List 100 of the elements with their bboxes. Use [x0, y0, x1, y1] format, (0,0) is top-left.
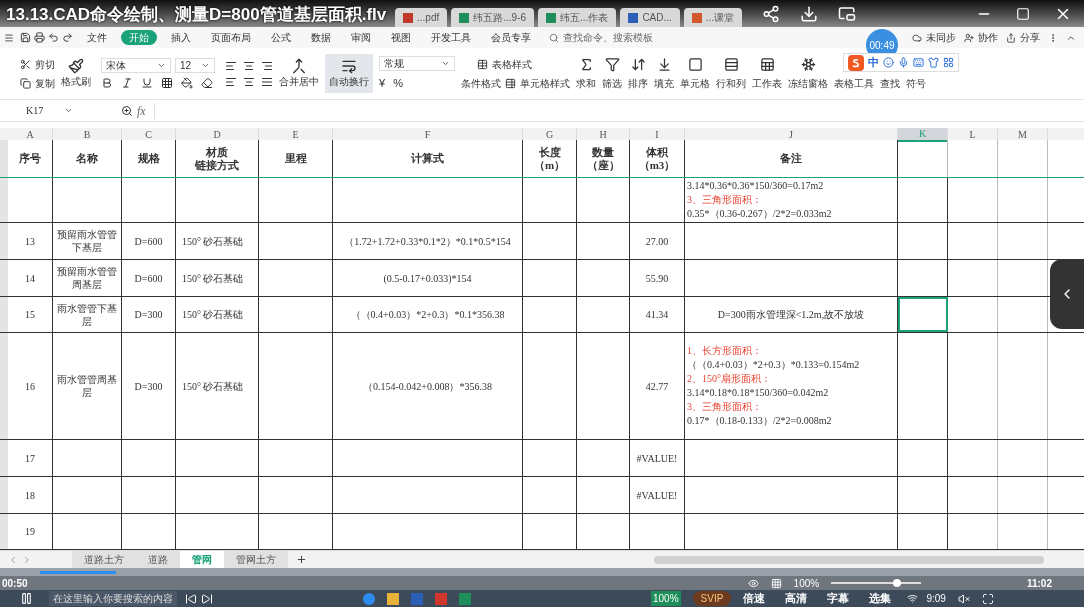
fullscreen-icon[interactable] [981, 592, 994, 605]
fill-color-icon[interactable] [181, 77, 193, 89]
font-family-select[interactable]: 宋体 [101, 58, 171, 73]
menu-tab[interactable]: 审阅 [347, 30, 375, 45]
document-tab[interactable]: ...pdf [395, 8, 448, 27]
justify-icon[interactable] [261, 75, 273, 88]
page-layout-icon[interactable] [770, 577, 782, 589]
menu-tab[interactable]: 数据 [307, 30, 335, 45]
clipboard-button[interactable]: 剪切 [20, 56, 55, 72]
align-left-icon[interactable] [225, 75, 237, 88]
menu-tab[interactable]: 文件 [83, 30, 111, 45]
search-field[interactable]: 查找命令、搜索模板 [549, 30, 653, 45]
align-bottom-icon[interactable] [261, 59, 273, 72]
sheet-tab[interactable]: 管网土方 [224, 550, 288, 569]
ribbon-tool-button[interactable]: 排序 [628, 56, 648, 91]
italic-icon[interactable] [121, 77, 133, 89]
merge-center-button[interactable]: 合并居中 [279, 58, 319, 89]
column-header[interactable]: D [176, 128, 259, 142]
border-icon[interactable] [161, 77, 173, 89]
align-top-icon[interactable] [225, 59, 237, 72]
menu-tab[interactable]: 插入 [167, 30, 195, 45]
column-header[interactable]: I [630, 128, 685, 142]
column-header[interactable]: E [259, 128, 333, 142]
ribbon-tool-button[interactable]: 填充 [654, 56, 674, 91]
player-control-button[interactable]: 字幕 [827, 590, 850, 607]
sheet-tab[interactable]: 道路 [136, 550, 180, 569]
maximize-icon[interactable] [1016, 7, 1030, 21]
menu-icon[interactable] [4, 32, 14, 43]
document-icon [628, 12, 639, 23]
menu-tab[interactable]: 开发工具 [427, 30, 475, 45]
number-format-button[interactable]: % [393, 74, 403, 92]
document-tab[interactable]: CAD... [620, 8, 680, 27]
align-center-icon[interactable] [243, 75, 255, 88]
picture-in-picture-icon[interactable] [838, 5, 857, 23]
account-action[interactable]: 协作 [964, 30, 998, 45]
player-control-button[interactable]: 高清 [785, 590, 808, 607]
font-size-select[interactable]: 12 [175, 58, 215, 73]
document-tab[interactable]: 纬五...作表 [538, 8, 617, 27]
account-action[interactable]: 分享 [1006, 30, 1040, 45]
mute-icon[interactable] [957, 592, 970, 605]
clipboard-button[interactable]: 复制 [20, 75, 55, 91]
folder-taskbar-icon[interactable] [387, 592, 399, 605]
document-tab[interactable]: 纬五路...9-6 [451, 8, 535, 27]
ribbon-tool-button[interactable]: 行和列 [716, 56, 746, 91]
microphone-icon[interactable] [898, 57, 909, 68]
next-icon[interactable] [201, 592, 213, 605]
keyboard-icon[interactable] [913, 57, 924, 68]
download-icon[interactable] [800, 5, 819, 23]
player-control-button[interactable]: 选集 [869, 590, 892, 607]
taskbar-search-field[interactable]: 在这里输入你要搜索的内容 [49, 591, 177, 606]
cell-style-button[interactable]: 单元格样式 [505, 75, 570, 91]
column-header[interactable]: B [53, 128, 122, 142]
browser-taskbar-icon[interactable] [363, 592, 375, 605]
undo-icon[interactable] [48, 32, 59, 43]
previous-icon[interactable] [185, 592, 197, 605]
column-header[interactable]: G [523, 128, 577, 142]
sheet-tab[interactable]: 道路土方 [72, 550, 136, 569]
bold-icon[interactable] [101, 77, 113, 89]
wrap-text-button[interactable]: 自动换行 [325, 54, 373, 93]
column-header[interactable]: H [577, 128, 630, 142]
grid-icon[interactable] [943, 57, 954, 68]
player-control-button[interactable]: 倍速 [743, 590, 766, 607]
number-format-button[interactable]: ¥ [379, 74, 386, 92]
save-icon[interactable] [20, 32, 31, 43]
column-header[interactable]: F [333, 128, 523, 142]
document-tab[interactable]: ...课堂 [683, 8, 743, 27]
share-icon[interactable] [762, 5, 781, 23]
table-style-button[interactable]: 表格样式 [477, 56, 570, 72]
menu-tab[interactable]: 页面布局 [207, 30, 255, 45]
print-icon[interactable] [34, 32, 45, 43]
add-sheet-icon[interactable] [296, 553, 307, 565]
progress-track[interactable] [0, 568, 1084, 576]
redo-icon[interactable] [62, 32, 73, 43]
eye-icon[interactable] [747, 577, 759, 589]
side-panel-handle[interactable] [1050, 259, 1084, 329]
ribbon-tool-button[interactable]: 工作表 [752, 56, 782, 91]
align-middle-icon[interactable] [243, 59, 255, 72]
account-action[interactable]: 未同步 [912, 30, 956, 45]
eraser-icon[interactable] [201, 77, 213, 89]
ribbon-tool-button[interactable]: 求和 [576, 56, 596, 91]
zoom-icon[interactable] [121, 104, 133, 117]
menu-tab[interactable]: 公式 [267, 30, 295, 45]
menu-tab[interactable]: 视图 [387, 30, 415, 45]
ribbon-tool-button[interactable]: 冻结窗格 [788, 56, 828, 91]
menu-tab[interactable]: 会员专享 [487, 30, 535, 45]
zoom-slider-thumb[interactable] [892, 579, 901, 587]
pause-icon[interactable] [20, 592, 33, 605]
underline-icon[interactable] [141, 77, 153, 89]
spreadsheet-taskbar-icon[interactable] [459, 592, 471, 605]
ribbon-tool-button[interactable]: 单元格 [680, 56, 710, 91]
column-header[interactable]: C [122, 128, 176, 142]
shirt-icon[interactable] [928, 57, 939, 68]
ribbon-tool-button[interactable]: 筛选 [602, 56, 622, 91]
name-box[interactable]: K17 [2, 102, 97, 119]
emoji-icon[interactable] [883, 57, 894, 68]
number-format-select[interactable]: 常规 [379, 55, 455, 71]
column-header[interactable]: L [948, 128, 998, 142]
conditional-format-button[interactable]: 条件格式 [461, 75, 501, 91]
horizontal-scrollbar[interactable] [654, 555, 1044, 564]
format-painter-button[interactable]: 格式刷 [61, 58, 91, 89]
